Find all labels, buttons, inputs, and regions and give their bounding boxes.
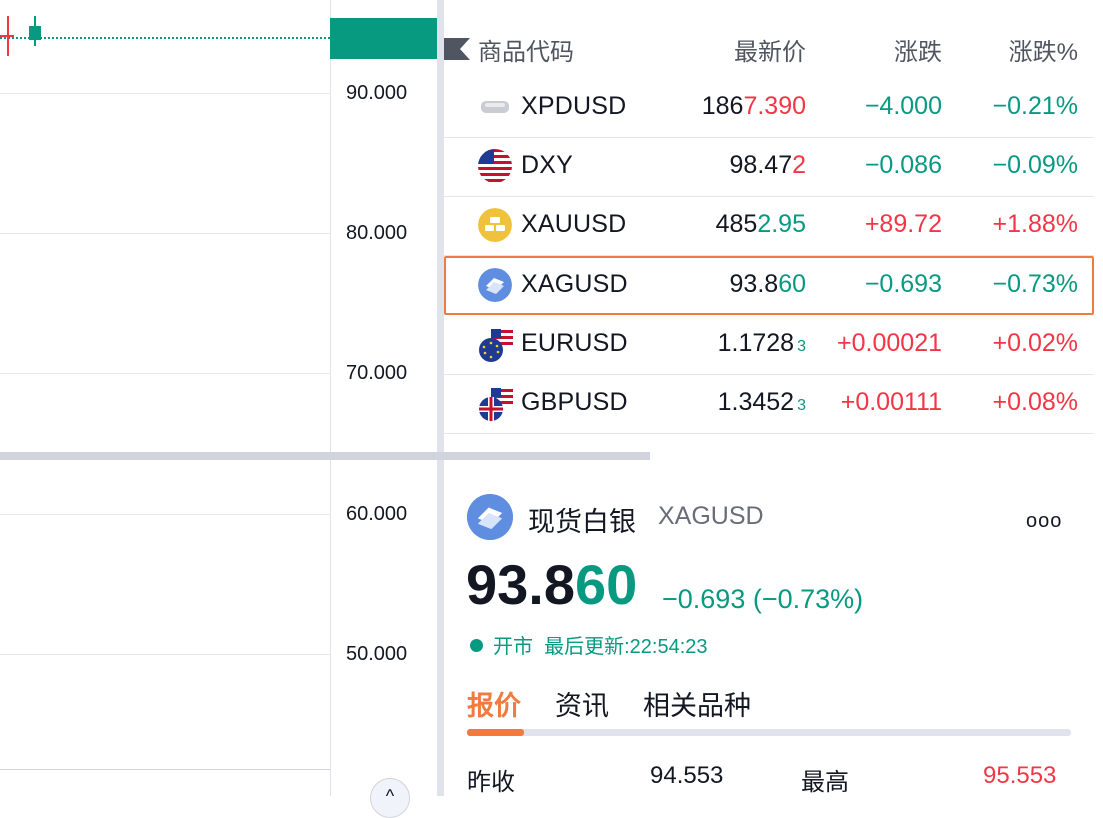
high-value: 95.553 xyxy=(983,762,1057,789)
price-axis[interactable] xyxy=(330,0,438,796)
flag-icon[interactable] xyxy=(444,38,470,60)
change-value: −4.000 xyxy=(864,92,942,120)
grid-line xyxy=(0,373,330,374)
price-tick: 70.000 xyxy=(346,362,408,384)
eu-us-flag-icon xyxy=(478,327,513,362)
price-tick: 80.000 xyxy=(346,222,408,244)
change-pct-value: +0.02% xyxy=(992,329,1079,357)
header-symbol[interactable]: 商品代码 xyxy=(478,32,574,67)
tab-related[interactable]: 相关品种 xyxy=(643,684,751,723)
tab-indicator xyxy=(467,729,524,736)
more-options-icon[interactable]: ooo xyxy=(1026,510,1062,533)
change-value: −0.693 xyxy=(864,270,942,298)
silver-icon xyxy=(478,268,512,302)
tab-news[interactable]: 资讯 xyxy=(555,684,609,723)
grid-line xyxy=(0,233,330,234)
grid-line xyxy=(0,93,330,94)
palladium-icon xyxy=(478,90,512,124)
last-price: 93.860 xyxy=(729,270,806,298)
us-flag-icon xyxy=(478,149,512,183)
last-price: 1.3452 3 xyxy=(717,388,806,416)
tab-track xyxy=(467,729,1071,736)
tab-quote[interactable]: 报价 xyxy=(467,684,521,723)
uk-us-flag-icon xyxy=(478,386,513,421)
watchlist: 商品代码 最新价 涨跌 涨跌% XPDUSD 1867.390 −4.000 −… xyxy=(444,0,1103,452)
last-price: 98.472 xyxy=(729,151,806,179)
change-value: +0.00021 xyxy=(837,329,942,357)
prev-close-value: 94.553 xyxy=(650,762,724,789)
header-change[interactable]: 涨跌 xyxy=(894,32,942,67)
gold-icon xyxy=(478,208,512,242)
watchlist-row-xagusd[interactable]: XAGUSD 93.860 −0.693 −0.73% xyxy=(444,256,1094,315)
symbol-label: GBPUSD xyxy=(521,388,628,416)
change-value: −0.086 xyxy=(864,151,942,179)
candles xyxy=(0,16,41,56)
watchlist-row-dxy[interactable]: DXY 98.472 −0.086 −0.09% xyxy=(444,137,1094,197)
current-price: 93.860 xyxy=(466,553,638,616)
time-axis xyxy=(0,769,330,770)
instrument-name: 现货白银 xyxy=(528,507,636,537)
header-last[interactable]: 最新价 xyxy=(734,32,806,67)
price-tick: 60.000 xyxy=(346,503,408,525)
grid-line xyxy=(0,654,330,655)
symbol-label: XPDUSD xyxy=(521,92,627,120)
last-price: 1.1728 3 xyxy=(717,329,806,357)
header-change-pct[interactable]: 涨跌% xyxy=(1009,32,1078,67)
panel-divider[interactable] xyxy=(437,0,444,796)
change-pct-value: −0.21% xyxy=(992,92,1079,120)
change-pct-value: +1.88% xyxy=(992,210,1079,238)
silver-icon xyxy=(467,494,513,540)
symbol-label: EURUSD xyxy=(521,329,628,357)
price-chart[interactable]: 90.000 80.000 70.000 60.000 50.000 ^ xyxy=(0,0,438,818)
watchlist-row-eurusd[interactable]: EURUSD 1.1728 3 +0.00021 +0.02% xyxy=(444,315,1094,375)
watchlist-row-xpdusd[interactable]: XPDUSD 1867.390 −4.000 −0.21% xyxy=(444,78,1094,138)
price-change: −0.693 (−0.73%) xyxy=(662,584,864,614)
status-dot-icon xyxy=(470,639,483,652)
price-tick: 50.000 xyxy=(346,643,408,665)
change-pct-value: −0.09% xyxy=(992,151,1079,179)
symbol-label: XAUUSD xyxy=(521,210,627,238)
watchlist-resize-handle[interactable] xyxy=(0,452,650,460)
instrument-symbol: XAGUSD xyxy=(658,502,764,530)
change-pct-value: +0.08% xyxy=(992,388,1079,416)
grid-line xyxy=(0,514,330,515)
watchlist-row-xauusd[interactable]: XAUUSD 4852.95 +89.72 +1.88% xyxy=(444,196,1094,256)
last-price: 1867.390 xyxy=(701,92,806,120)
high-label: 最高 xyxy=(801,769,849,796)
change-value: +89.72 xyxy=(864,210,942,238)
symbol-label: DXY xyxy=(521,151,574,179)
watchlist-header: 商品代码 最新价 涨跌 涨跌% xyxy=(444,18,1094,78)
symbol-label: XAGUSD xyxy=(521,270,628,298)
expand-button[interactable]: ^ xyxy=(370,778,410,818)
change-value: +0.00111 xyxy=(840,388,942,416)
change-pct-value: −0.73% xyxy=(992,270,1079,298)
price-tick: 90.000 xyxy=(346,82,408,104)
prev-close-label: 昨收 xyxy=(467,769,515,796)
symbol-details: 现货白银 XAGUSD ooo 93.860 −0.693 (−0.73%) 开… xyxy=(444,460,1103,796)
last-price: 4852.95 xyxy=(715,210,806,238)
current-price-tag xyxy=(330,18,437,59)
market-status: 开市 最后更新:22:54:23 xyxy=(470,630,708,659)
candle-body-green xyxy=(29,26,41,40)
watchlist-row-gbpusd[interactable]: GBPUSD 1.3452 3 +0.00111 +0.08% xyxy=(444,374,1094,434)
